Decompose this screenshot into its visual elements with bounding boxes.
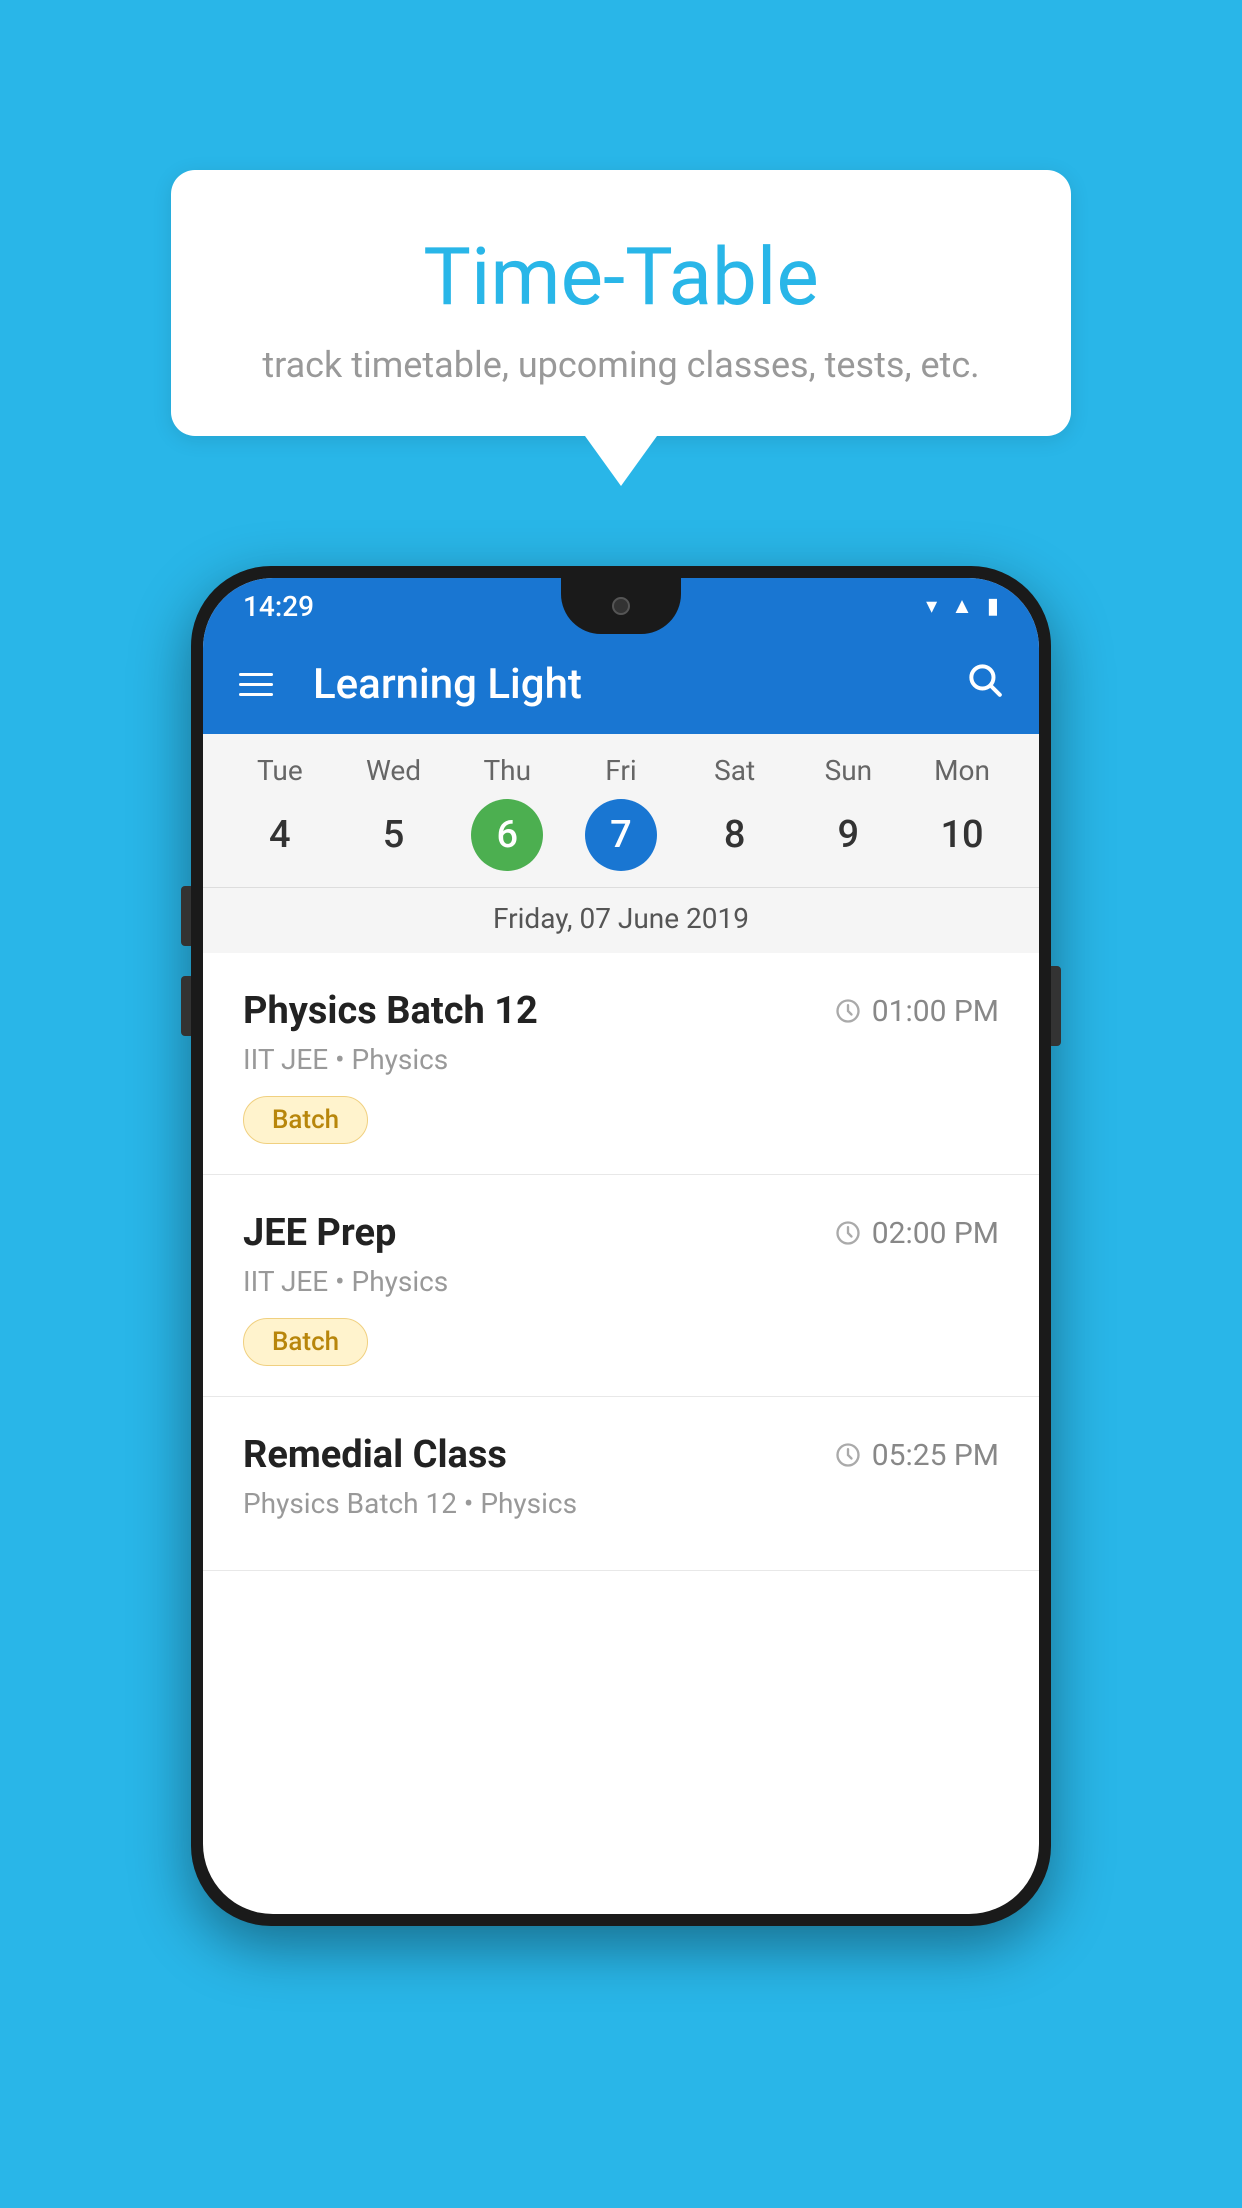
day-num-thu: 6 xyxy=(471,799,543,871)
hamburger-line-2 xyxy=(239,683,273,686)
app-bar: Learning Light xyxy=(203,634,1039,734)
front-camera xyxy=(612,597,630,615)
battery-icon xyxy=(987,594,999,619)
clock-icon-1 xyxy=(834,997,862,1025)
day-num-mon: 10 xyxy=(926,799,998,871)
day-num-fri: 7 xyxy=(585,799,657,871)
schedule-item-2-subtitle: IIT JEE • Physics xyxy=(243,1265,999,1298)
day-num-wed: 5 xyxy=(358,799,430,871)
phone-mockup: 14:29 Learning Light xyxy=(191,566,1051,1926)
day-fri[interactable]: Fri 7 xyxy=(566,754,676,871)
day-num-sun: 9 xyxy=(812,799,884,871)
day-mon[interactable]: Mon 10 xyxy=(907,754,1017,871)
speech-bubble-subtitle: track timetable, upcoming classes, tests… xyxy=(221,344,1021,386)
speech-bubble-title: Time-Table xyxy=(221,230,1021,324)
day-name-wed: Wed xyxy=(366,754,421,787)
day-name-sat: Sat xyxy=(714,754,755,787)
schedule-item-1-subtitle: IIT JEE • Physics xyxy=(243,1043,999,1076)
day-num-sat: 8 xyxy=(699,799,771,871)
schedule-item-3-subtitle: Physics Batch 12 • Physics xyxy=(243,1487,999,1520)
day-name-sun: Sun xyxy=(825,754,873,787)
wifi-icon xyxy=(926,594,937,619)
app-title: Learning Light xyxy=(313,660,935,709)
schedule-item-2-badge: Batch xyxy=(243,1318,368,1366)
day-name-thu: Thu xyxy=(483,754,531,787)
hamburger-line-1 xyxy=(239,673,273,676)
schedule-item-3-header: Remedial Class 05:25 PM xyxy=(243,1433,999,1477)
schedule-item-3-time: 05:25 PM xyxy=(834,1438,999,1473)
schedule-item-1-badge: Batch xyxy=(243,1096,368,1144)
schedule-item-1-time: 01:00 PM xyxy=(834,994,999,1029)
selected-date-label: Friday, 07 June 2019 xyxy=(203,887,1039,953)
schedule-item-2-header: JEE Prep 02:00 PM xyxy=(243,1211,999,1255)
schedule-item-1-title: Physics Batch 12 xyxy=(243,989,538,1033)
status-bar: 14:29 xyxy=(203,578,1039,634)
day-thu[interactable]: Thu 6 xyxy=(452,754,562,871)
search-icon[interactable] xyxy=(965,660,1003,708)
days-row: Tue 4 Wed 5 Thu 6 Fri 7 Sat 8 xyxy=(203,754,1039,871)
speech-bubble-container: Time-Table track timetable, upcoming cla… xyxy=(171,170,1071,486)
phone-screen: 14:29 Learning Light xyxy=(203,578,1039,1914)
signal-icon xyxy=(951,593,973,619)
clock-icon-2 xyxy=(834,1219,862,1247)
schedule-item-2-time: 02:00 PM xyxy=(834,1216,999,1251)
schedule-item-1[interactable]: Physics Batch 12 01:00 PM IIT JEE • Phys… xyxy=(203,953,1039,1175)
schedule-item-2-title: JEE Prep xyxy=(243,1211,396,1255)
status-icons xyxy=(926,593,999,619)
notch xyxy=(561,578,681,634)
schedule-item-2[interactable]: JEE Prep 02:00 PM IIT JEE • Physics Batc… xyxy=(203,1175,1039,1397)
calendar-strip: Tue 4 Wed 5 Thu 6 Fri 7 Sat 8 xyxy=(203,734,1039,953)
speech-bubble-arrow xyxy=(585,436,657,486)
volume-down-button xyxy=(181,976,191,1036)
schedule-item-3[interactable]: Remedial Class 05:25 PM Physics Batch 12… xyxy=(203,1397,1039,1571)
day-name-tue: Tue xyxy=(257,754,303,787)
clock-icon-3 xyxy=(834,1441,862,1469)
power-button xyxy=(1051,966,1061,1046)
volume-up-button xyxy=(181,886,191,946)
hamburger-menu-button[interactable] xyxy=(239,673,273,696)
day-sun[interactable]: Sun 9 xyxy=(793,754,903,871)
day-sat[interactable]: Sat 8 xyxy=(680,754,790,871)
hamburger-line-3 xyxy=(239,693,273,696)
schedule-item-1-header: Physics Batch 12 01:00 PM xyxy=(243,989,999,1033)
day-tue[interactable]: Tue 4 xyxy=(225,754,335,871)
status-time: 14:29 xyxy=(243,590,314,623)
day-num-tue: 4 xyxy=(244,799,316,871)
schedule-list: Physics Batch 12 01:00 PM IIT JEE • Phys… xyxy=(203,953,1039,1571)
schedule-item-3-title: Remedial Class xyxy=(243,1433,507,1477)
day-name-fri: Fri xyxy=(605,754,636,787)
speech-bubble: Time-Table track timetable, upcoming cla… xyxy=(171,170,1071,436)
day-name-mon: Mon xyxy=(934,754,990,787)
day-wed[interactable]: Wed 5 xyxy=(339,754,449,871)
